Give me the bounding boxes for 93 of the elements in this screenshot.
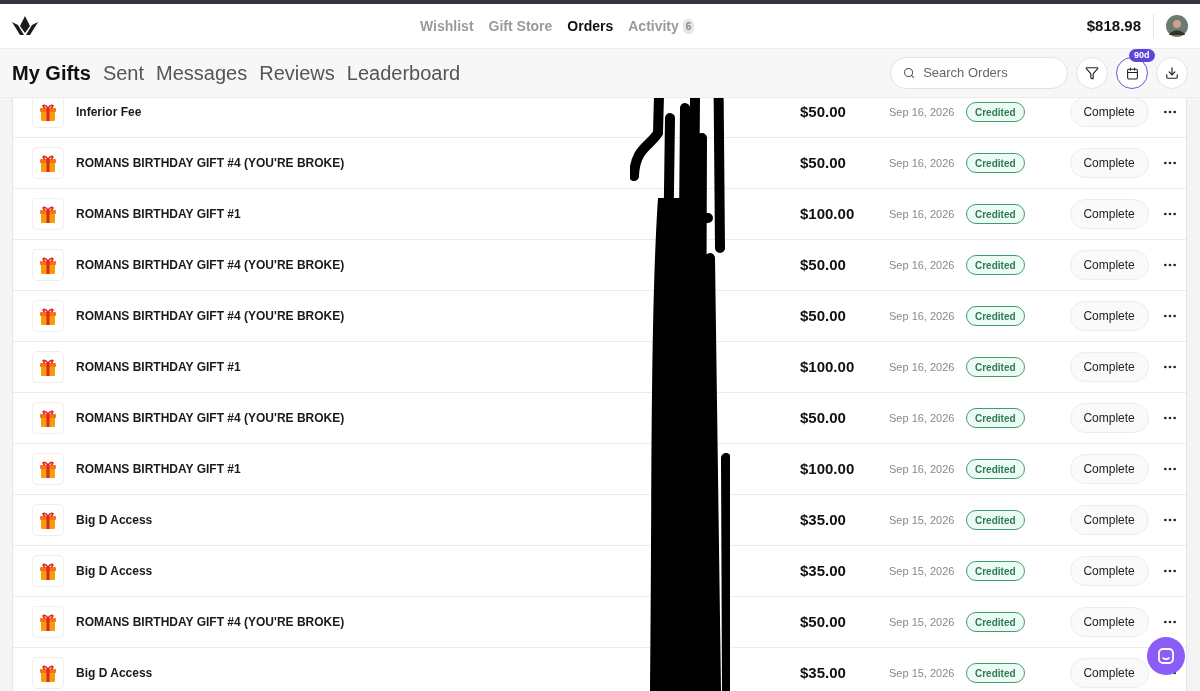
range-badge: 90d <box>1129 49 1155 62</box>
filter-icon <box>1085 66 1099 80</box>
complete-button[interactable]: Complete <box>1069 556 1149 586</box>
gift-title: ROMANS BIRTHDAY GIFT #1 <box>76 206 242 223</box>
search-icon <box>903 66 916 80</box>
amount: $100.00 <box>800 458 856 479</box>
gift-icon <box>38 204 58 224</box>
gift-title: ROMANS BIRTHDAY GIFT #4 (YOU'RE BROKE) <box>76 614 346 631</box>
gift-title: ROMANS BIRTHDAY GIFT #4 (YOU'RE BROKE) <box>76 257 346 274</box>
calendar-icon <box>1125 66 1139 80</box>
count-badge: 6 <box>682 18 695 34</box>
gift-icon <box>38 102 58 122</box>
download-icon <box>1165 66 1179 80</box>
complete-button[interactable]: Complete <box>1069 98 1149 127</box>
status-badge: Credited <box>966 510 1025 530</box>
order-date: Sep 16, 2026 <box>889 155 956 171</box>
status-badge: Credited <box>966 306 1025 326</box>
gift-icon <box>38 663 58 683</box>
status-badge: Credited <box>966 663 1025 683</box>
amount: $100.00 <box>800 356 856 377</box>
tab[interactable]: Messages <box>156 58 248 88</box>
tab[interactable]: My Gifts <box>12 58 91 88</box>
status-badge: Credited <box>966 612 1025 632</box>
amount: $35.00 <box>800 509 847 530</box>
balance: $818.98 <box>1086 15 1141 36</box>
gift-icon <box>38 561 58 581</box>
search-field[interactable]: Search Orders <box>923 63 1055 83</box>
order-date: Sep 15, 2026 <box>889 563 956 579</box>
nav-link[interactable]: Orders <box>567 15 614 37</box>
complete-button[interactable]: Complete <box>1069 352 1149 382</box>
status-badge: Credited <box>966 204 1025 224</box>
amount: $50.00 <box>800 152 847 173</box>
gift-title: ROMANS BIRTHDAY GIFT #1 <box>76 461 242 478</box>
complete-button[interactable]: Complete <box>1069 301 1149 331</box>
status-badge: Credited <box>966 153 1025 173</box>
amount: $50.00 <box>800 407 847 428</box>
date-range-button[interactable] <box>1116 57 1148 89</box>
order-date: Sep 16, 2026 <box>889 104 956 120</box>
order-date: Sep 16, 2026 <box>889 461 956 477</box>
gift-icon <box>38 357 58 377</box>
order-date: Sep 15, 2026 <box>889 512 956 528</box>
gift-icon <box>38 306 58 326</box>
status-badge: Credited <box>966 102 1025 122</box>
avatar[interactable] <box>1166 15 1188 37</box>
order-date: Sep 15, 2026 <box>889 665 956 681</box>
filter-button[interactable] <box>1076 57 1108 89</box>
gift-title: Big D Access <box>76 665 154 682</box>
gift-title: Big D Access <box>76 563 154 580</box>
gift-icon <box>38 612 58 632</box>
order-date: Sep 16, 2026 <box>889 410 956 426</box>
gift-icon <box>38 459 58 479</box>
tab[interactable]: Reviews <box>259 58 335 88</box>
order-date: Sep 16, 2026 <box>889 257 956 273</box>
amount: $100.00 <box>800 203 856 224</box>
gift-title: ROMANS BIRTHDAY GIFT #1 <box>76 359 242 376</box>
gift-title: ROMANS BIRTHDAY GIFT #4 (YOU'RE BROKE) <box>76 308 346 325</box>
order-date: Sep 16, 2026 <box>889 206 956 222</box>
complete-button[interactable]: Complete <box>1069 199 1149 229</box>
gift-title: Inferior Fee <box>76 104 143 121</box>
complete-button[interactable]: Complete <box>1069 250 1149 280</box>
gift-title: ROMANS BIRTHDAY GIFT #4 (YOU'RE BROKE) <box>76 155 346 172</box>
download-button[interactable] <box>1156 57 1188 89</box>
amount: $35.00 <box>800 662 847 683</box>
status-badge: Credited <box>966 408 1025 428</box>
gift-icon <box>38 510 58 530</box>
order-date: Sep 15, 2026 <box>889 614 956 630</box>
tab[interactable]: Sent <box>102 58 145 88</box>
status-badge: Credited <box>966 459 1025 479</box>
amount: $50.00 <box>800 611 847 632</box>
search-bar[interactable]: Search Orders <box>890 57 1068 89</box>
gift-title: Big D Access <box>76 512 154 529</box>
status-badge: Credited <box>966 561 1025 581</box>
chat-icon <box>1157 647 1175 665</box>
status-badge: Credited <box>966 255 1025 275</box>
complete-button[interactable]: Complete <box>1069 148 1149 178</box>
order-date: Sep 16, 2026 <box>889 308 956 324</box>
gift-icon <box>38 408 58 428</box>
crown-logo[interactable] <box>12 16 38 36</box>
amount: $50.00 <box>800 305 847 326</box>
amount: $50.00 <box>800 254 847 275</box>
complete-button[interactable]: Complete <box>1069 505 1149 535</box>
gift-title: ROMANS BIRTHDAY GIFT #4 (YOU'RE BROKE) <box>76 410 346 427</box>
complete-button[interactable]: Complete <box>1069 658 1149 688</box>
amount: $50.00 <box>800 101 847 122</box>
complete-button[interactable]: Complete <box>1069 454 1149 484</box>
status-badge: Credited <box>966 357 1025 377</box>
complete-button[interactable]: Complete <box>1069 403 1149 433</box>
tab[interactable]: Leaderboard <box>346 58 461 88</box>
complete-button[interactable]: Complete <box>1069 607 1149 637</box>
order-date: Sep 16, 2026 <box>889 359 956 375</box>
gift-icon <box>38 255 58 275</box>
amount: $35.00 <box>800 560 847 581</box>
gift-icon <box>38 153 58 173</box>
